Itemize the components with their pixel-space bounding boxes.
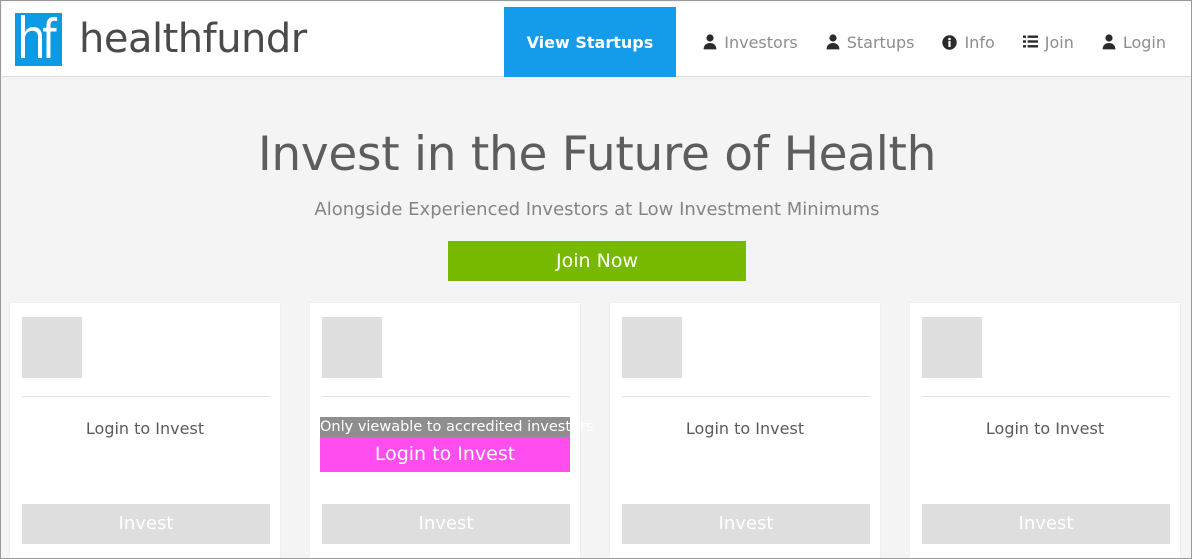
- login-to-invest-link[interactable]: Login to Invest: [320, 437, 570, 472]
- nav-label-join: Join: [1044, 32, 1074, 52]
- card-divider: [322, 396, 570, 397]
- hero-section: Invest in the Future of Health Alongside…: [2, 77, 1191, 301]
- site-header: healthfundr View Startups Investors Star…: [2, 2, 1191, 77]
- join-now-button[interactable]: Join Now: [448, 240, 746, 281]
- invest-button[interactable]: Invest: [922, 504, 1170, 544]
- list-icon: [1022, 35, 1038, 49]
- user-icon: [703, 34, 717, 50]
- card-action-zone: Login to Invest: [610, 403, 880, 483]
- nav-item-join[interactable]: Join: [1009, 7, 1088, 77]
- startup-card[interactable]: Login to Invest Invest: [909, 302, 1181, 558]
- nav-item-investors[interactable]: Investors: [689, 7, 811, 77]
- nav-label-login: Login: [1122, 32, 1166, 52]
- card-divider: [922, 396, 1170, 397]
- hf-monogram-icon: [15, 12, 62, 66]
- info-circle-icon: [942, 34, 958, 50]
- hero-subtitle: Alongside Experienced Investors at Low I…: [314, 198, 880, 220]
- login-to-invest-link[interactable]: Login to Invest: [686, 419, 804, 438]
- login-to-invest-link[interactable]: Login to Invest: [86, 419, 204, 438]
- brand-logo[interactable]: healthfundr: [15, 9, 307, 69]
- startup-logo-placeholder: [622, 317, 682, 378]
- card-divider: [622, 396, 870, 397]
- accredited-investors-tooltip: Only viewable to accredited investors: [320, 417, 594, 437]
- main-nav: View Startups Investors Startups Info Jo…: [503, 7, 1180, 77]
- nav-item-info[interactable]: Info: [928, 7, 1008, 77]
- login-to-invest-link[interactable]: Login to Invest: [986, 419, 1104, 438]
- invest-button[interactable]: Invest: [22, 504, 270, 544]
- user-icon: [1102, 34, 1116, 50]
- nav-item-login[interactable]: Login: [1088, 7, 1180, 77]
- nav-label-info: Info: [964, 32, 995, 52]
- nav-label-investors: Investors: [724, 32, 798, 52]
- card-divider: [22, 396, 270, 397]
- nav-item-startups[interactable]: Startups: [812, 7, 929, 77]
- card-action-zone: Login to Invest: [10, 403, 280, 483]
- nav-label-view-startups: View Startups: [526, 32, 654, 52]
- nav-label-startups: Startups: [846, 32, 915, 52]
- startup-logo-placeholder: [322, 317, 382, 378]
- invest-button[interactable]: Invest: [622, 504, 870, 544]
- startup-card-row: Login to Invest Invest Only viewable to …: [9, 302, 1185, 558]
- card-action-zone: Only viewable to accredited investors Lo…: [310, 403, 594, 483]
- user-icon: [826, 34, 840, 50]
- page-title: Invest in the Future of Health: [257, 127, 937, 182]
- startup-card[interactable]: Login to Invest Invest: [9, 302, 281, 558]
- brand-name: healthfundr: [79, 16, 307, 62]
- startup-card[interactable]: Only viewable to accredited investors Lo…: [309, 302, 594, 558]
- startup-logo-placeholder: [22, 317, 82, 378]
- card-action-zone: Login to Invest: [910, 403, 1180, 483]
- startup-card[interactable]: Login to Invest Invest: [609, 302, 881, 558]
- nav-item-view-startups[interactable]: View Startups: [503, 7, 677, 77]
- startup-logo-placeholder: [922, 317, 982, 378]
- browser-page: healthfundr View Startups Investors Star…: [0, 0, 1192, 559]
- invest-button[interactable]: Invest: [322, 504, 570, 544]
